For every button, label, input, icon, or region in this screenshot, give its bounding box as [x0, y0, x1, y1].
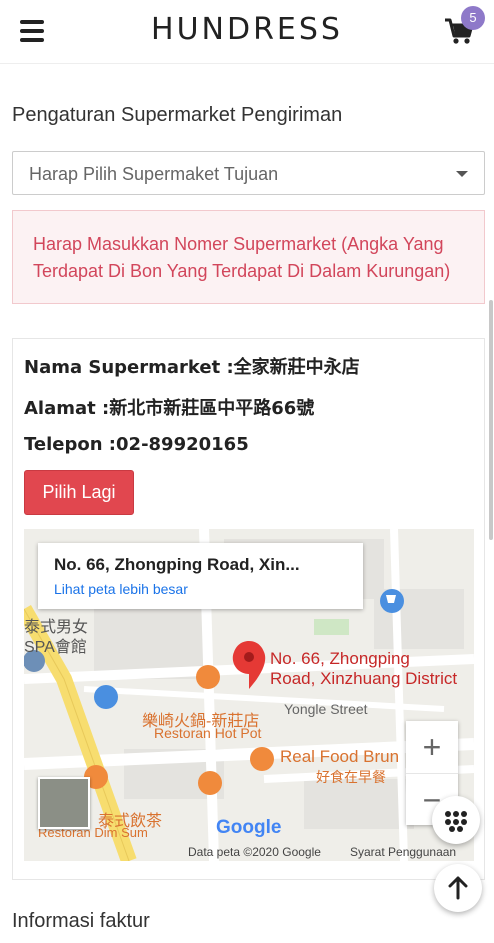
arrow-up-icon: [448, 876, 468, 900]
map-terms-link[interactable]: Syarat Penggunaan: [350, 845, 456, 859]
alert-text: Harap Masukkan Nomer Supermarket (Angka …: [33, 234, 451, 281]
map-place-food-cn: 好食在早餐: [316, 769, 386, 785]
zoom-in-button[interactable]: +: [406, 721, 458, 773]
more-options-button[interactable]: [432, 796, 480, 844]
store-name-label: Nama Supermarket :: [24, 357, 234, 378]
google-logo-text: Google: [216, 817, 282, 838]
back-to-top-button[interactable]: [434, 864, 482, 912]
phone-label: Telepon :: [24, 434, 117, 455]
store-info-card: Nama Supermarket :全家新莊中永店 Alamat :新北市新莊區…: [12, 338, 485, 880]
address-line: Alamat :新北市新莊區中平路66號: [24, 394, 314, 420]
supermarket-select-value: Harap Pilih Supermaket Tujuan: [29, 164, 279, 184]
grid-dots-icon: [445, 811, 467, 832]
address-value: 新北市新莊區中平路66號: [109, 398, 315, 419]
cart-count-badge: 5: [461, 6, 485, 30]
address-label: Alamat :: [24, 398, 110, 419]
store-name-line: Nama Supermarket :全家新莊中永店: [24, 353, 360, 379]
map-marker-label-1: No. 66, Zhongping: [270, 649, 410, 668]
phone-value: 02-89920165: [116, 434, 249, 455]
satellite-thumbnail[interactable]: [38, 777, 90, 829]
phone-line: Telepon :02-89920165: [24, 434, 249, 455]
google-logo: Google: [216, 817, 281, 839]
map-data-credit: Data peta ©2020 Google: [188, 845, 321, 859]
store-map[interactable]: 泰式男女 SPA會館 No. 66, Zhongping Road, Xinzh…: [24, 529, 474, 861]
map-place-spa-2: SPA會館: [24, 639, 87, 656]
chevron-down-icon: [456, 171, 468, 177]
map-marker-label-2: Road, Xinzhuang District: [270, 669, 458, 688]
view-larger-map-link[interactable]: Lihat peta lebih besar: [54, 581, 363, 597]
map-info-popup: No. 66, Zhongping Road, Xin... Lihat pet…: [38, 543, 363, 609]
map-street-label: Yongle Street: [284, 701, 368, 717]
checkout-page: HUNDRESS 5 Pengaturan Supermarket Pengir…: [0, 0, 494, 943]
choose-again-button[interactable]: Pilih Lagi: [24, 470, 134, 515]
scrollbar[interactable]: [489, 300, 493, 540]
brand-logo[interactable]: HUNDRESS: [0, 12, 494, 47]
invoice-section-title: Informasi faktur: [12, 910, 150, 932]
supermarket-alert: Harap Masukkan Nomer Supermarket (Angka …: [12, 210, 485, 304]
supermarket-select[interactable]: Harap Pilih Supermaket Tujuan: [12, 151, 485, 195]
map-popup-title: No. 66, Zhongping Road, Xin...: [54, 555, 300, 574]
store-name-value: 全家新莊中永店: [233, 357, 360, 378]
map-place-hotpot-en: Restoran Hot Pot: [154, 725, 262, 741]
map-place-food: Real Food Brun: [280, 747, 400, 766]
top-header: HUNDRESS 5: [0, 0, 494, 64]
shipping-section-title: Pengaturan Supermarket Pengiriman: [12, 104, 343, 126]
